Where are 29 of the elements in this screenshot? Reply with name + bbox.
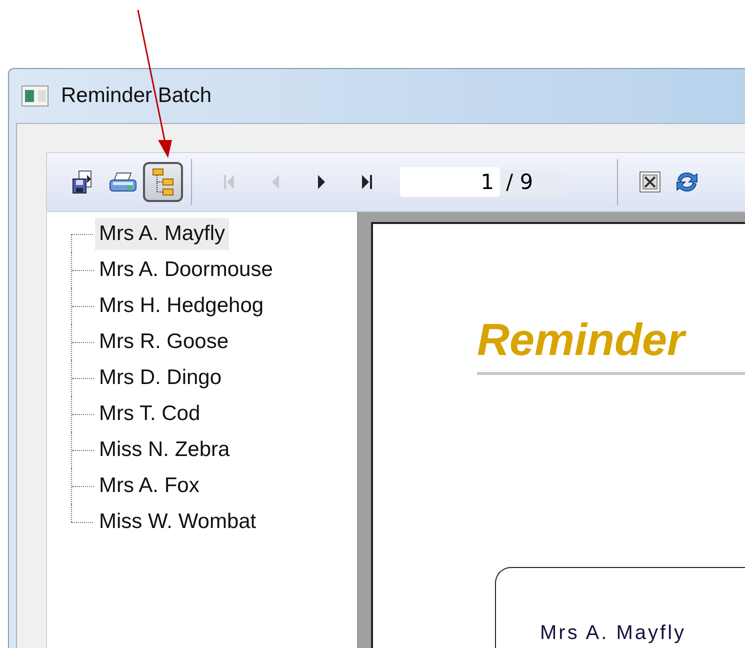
tree-item[interactable]: Mrs H. Hedgehog: [95, 290, 268, 322]
tree-item[interactable]: Miss W. Wombat: [95, 506, 260, 538]
tree-item[interactable]: Mrs A. Fox: [95, 470, 204, 502]
tree-connector-line: [71, 396, 95, 432]
tree-connector-line: [71, 432, 95, 468]
first-page-icon: [222, 173, 236, 191]
tree-connector-line: [71, 324, 95, 360]
next-page-icon: [315, 173, 327, 191]
tree-item[interactable]: Miss N. Zebra: [95, 434, 234, 466]
page-number-field[interactable]: 1: [400, 167, 500, 197]
report-title: Reminder: [477, 314, 688, 366]
tree-view-icon: [150, 167, 176, 197]
tree-item[interactable]: Mrs R. Goose: [95, 326, 233, 358]
tree-connector-line: [71, 360, 95, 396]
tree-item[interactable]: Mrs A. Mayfly: [95, 218, 230, 250]
app-icon: [21, 85, 49, 107]
printer-icon: [108, 170, 138, 194]
tree-item[interactable]: Mrs A. Doormouse: [95, 254, 277, 286]
tree-toggle-button[interactable]: [143, 162, 183, 202]
tree-connector-line: [71, 288, 95, 324]
tree-connector-line: [71, 468, 95, 504]
tree-item[interactable]: Mrs D. Dingo: [95, 362, 226, 394]
tree-item[interactable]: Mrs T. Cod: [95, 398, 204, 430]
close-document-icon[interactable]: [638, 170, 662, 194]
address-name: Mrs A. Mayfly: [540, 622, 686, 644]
window-title: Reminder Batch: [61, 84, 212, 108]
tree-connector-line: [71, 252, 95, 288]
page-total: / 9: [500, 169, 562, 195]
last-page-icon: [360, 173, 374, 191]
